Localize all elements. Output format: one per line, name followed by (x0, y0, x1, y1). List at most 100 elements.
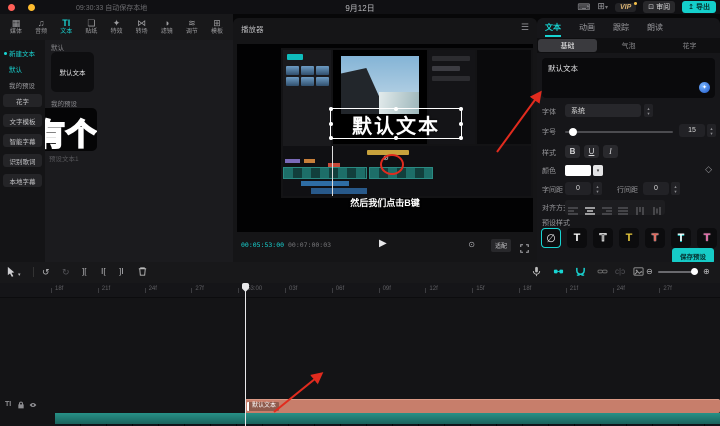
eye-icon[interactable] (29, 401, 37, 409)
video-preview[interactable]: ⊘ 默认文本 然后我们点击B键 (237, 44, 533, 232)
resize-handle[interactable] (459, 107, 463, 111)
ribbon-item-audio[interactable]: ♫音频 (29, 18, 53, 36)
size-slider-handle[interactable] (569, 128, 577, 136)
resize-handle[interactable] (459, 122, 463, 126)
trim-left-icon[interactable]: Ⅰ[ (101, 266, 106, 278)
preset-style-none[interactable]: ∅ (541, 228, 561, 248)
font-stepper[interactable]: ▴▾ (644, 104, 653, 117)
auto-snap-icon[interactable] (575, 266, 586, 277)
subtab-bubble[interactable]: 气泡 (599, 39, 658, 52)
resize-handle[interactable] (459, 136, 463, 140)
color-swatch[interactable] (565, 165, 591, 176)
split-icon[interactable]: ][ (82, 266, 86, 278)
sidebar-item-text-template[interactable]: 文字模板 (3, 114, 42, 127)
align-center-icon[interactable] (584, 203, 596, 213)
vip-badge[interactable]: VIP (615, 3, 636, 12)
bold-button[interactable]: B (565, 145, 580, 158)
text-clip[interactable]: 默认文本 (245, 399, 720, 413)
tab-text[interactable]: 文本 (545, 22, 561, 37)
tab-animation[interactable]: 动画 (579, 22, 595, 33)
playhead[interactable] (245, 283, 246, 426)
color-caret-icon[interactable]: ▾ (593, 165, 603, 176)
ribbon-item-media[interactable]: ▦媒体 (4, 18, 28, 36)
keyframe-diamond-icon[interactable]: ◇ (705, 164, 712, 175)
resize-handle[interactable] (394, 136, 398, 140)
ribbon-item-text[interactable]: TI文本 (54, 18, 78, 36)
sidebar-item-default[interactable]: 默认 (9, 64, 22, 74)
preset-text-tile[interactable]: 有个 (45, 108, 97, 151)
timeline-ruler[interactable]: 18f21f24f27f5:53:0003f06f09f12f15f18f21f… (0, 283, 720, 298)
play-button[interactable]: ▶ (379, 238, 387, 249)
preview-axis-icon[interactable]: c|ɔ (615, 266, 625, 278)
cover-icon[interactable] (633, 266, 644, 277)
align-justify-icon[interactable] (617, 203, 629, 213)
fullscreen-icon[interactable] (520, 240, 529, 258)
resize-handle[interactable] (329, 122, 333, 126)
subtab-basic[interactable]: 基础 (538, 39, 597, 52)
align-vertical-top-icon[interactable] (634, 203, 646, 213)
player-menu-icon[interactable]: ☰ (521, 22, 529, 33)
align-right-icon[interactable] (601, 203, 613, 213)
preset-style-red[interactable]: T (645, 228, 665, 248)
select-tool-caret-icon[interactable]: ▾ (18, 269, 21, 281)
letter-spacing-stepper[interactable]: ▴▾ (593, 182, 602, 195)
ribbon-item-template[interactable]: ⊞模板 (205, 18, 229, 36)
delete-icon[interactable] (137, 266, 148, 277)
fit-dropdown[interactable]: 适配 (491, 239, 511, 252)
ai-assistant-icon[interactable]: ✦ (699, 82, 710, 93)
ribbon-item-transition[interactable]: ⋈转场 (130, 18, 154, 36)
undo-icon[interactable]: ↺ (42, 266, 50, 278)
select-tool-icon[interactable] (6, 266, 17, 277)
ribbon-item-effects[interactable]: ✦特效 (105, 18, 129, 36)
font-dropdown[interactable]: 系统 (565, 104, 641, 117)
default-text-tile[interactable]: 默认文本 (51, 52, 94, 92)
sidebar-item-fancy-text[interactable]: 花字 (3, 94, 42, 107)
preset-style-yellow[interactable]: T (619, 228, 639, 248)
resize-handle[interactable] (394, 107, 398, 111)
preset-style-pink[interactable]: T (697, 228, 717, 248)
line-spacing-value[interactable]: 0 (643, 182, 669, 195)
underline-button[interactable]: U (584, 145, 599, 158)
ribbon-item-adjust[interactable]: ≋调节 (180, 18, 204, 36)
linkage-icon[interactable] (597, 266, 608, 277)
align-vertical-center-icon[interactable] (651, 203, 663, 213)
size-stepper[interactable]: ▴▾ (707, 124, 716, 137)
video-clip-top-bar[interactable] (55, 413, 720, 424)
trim-right-icon[interactable]: ]Ⅰ (119, 266, 124, 278)
main-track-magnet-icon[interactable] (553, 266, 564, 277)
italic-button[interactable]: I (603, 145, 618, 158)
size-slider[interactable] (565, 131, 673, 133)
tab-tracking[interactable]: 跟踪 (613, 22, 629, 33)
subtab-fancy[interactable]: 花字 (660, 39, 719, 52)
zoom-in-icon[interactable]: ⊕ (703, 266, 710, 278)
snapshot-icon[interactable]: ⊙ (468, 240, 475, 249)
sidebar-item-local-captions[interactable]: 本地字幕 (3, 174, 42, 187)
layout-switch-icon[interactable]: ⊞▾ (597, 0, 608, 14)
export-button[interactable]: ↥导出 (682, 1, 716, 13)
letter-spacing-value[interactable]: 0 (565, 182, 591, 195)
overlay-text[interactable]: 默认文本 (331, 110, 461, 139)
preset-style-outline[interactable]: T (593, 228, 613, 248)
keyboard-shortcuts-icon[interactable]: ⌨ (577, 1, 590, 13)
zoom-out-icon[interactable]: ⊖ (646, 266, 653, 278)
resize-handle[interactable] (329, 107, 333, 111)
sidebar-item-recognize-lyrics[interactable]: 识别歌词 (3, 154, 42, 167)
preset-style-white[interactable]: T (567, 228, 587, 248)
sidebar-item-new-text[interactable]: 新建文本 (4, 48, 35, 58)
ribbon-item-filter[interactable]: ◑滤镜 (155, 18, 179, 36)
align-left-icon[interactable] (567, 203, 579, 213)
sidebar-item-smart-captions[interactable]: 智能字幕 (3, 134, 42, 147)
line-spacing-stepper[interactable]: ▴▾ (671, 182, 680, 195)
size-value[interactable]: 15 (679, 124, 705, 137)
zoom-slider-handle[interactable] (691, 268, 698, 275)
sidebar-item-my-presets[interactable]: 我的预设 (9, 80, 35, 90)
resize-handle[interactable] (329, 136, 333, 140)
lock-icon[interactable] (17, 401, 25, 409)
redo-icon[interactable]: ↻ (62, 266, 70, 278)
preset-style-teal[interactable]: T (671, 228, 691, 248)
record-audio-icon[interactable] (531, 266, 542, 277)
text-selection-box[interactable]: 默认文本 (330, 108, 462, 139)
text-content-input[interactable]: 默认文本 ✦ (542, 58, 715, 98)
ribbon-item-sticker[interactable]: ❏贴纸 (79, 18, 103, 36)
timeline-zoom-slider[interactable] (658, 271, 698, 273)
